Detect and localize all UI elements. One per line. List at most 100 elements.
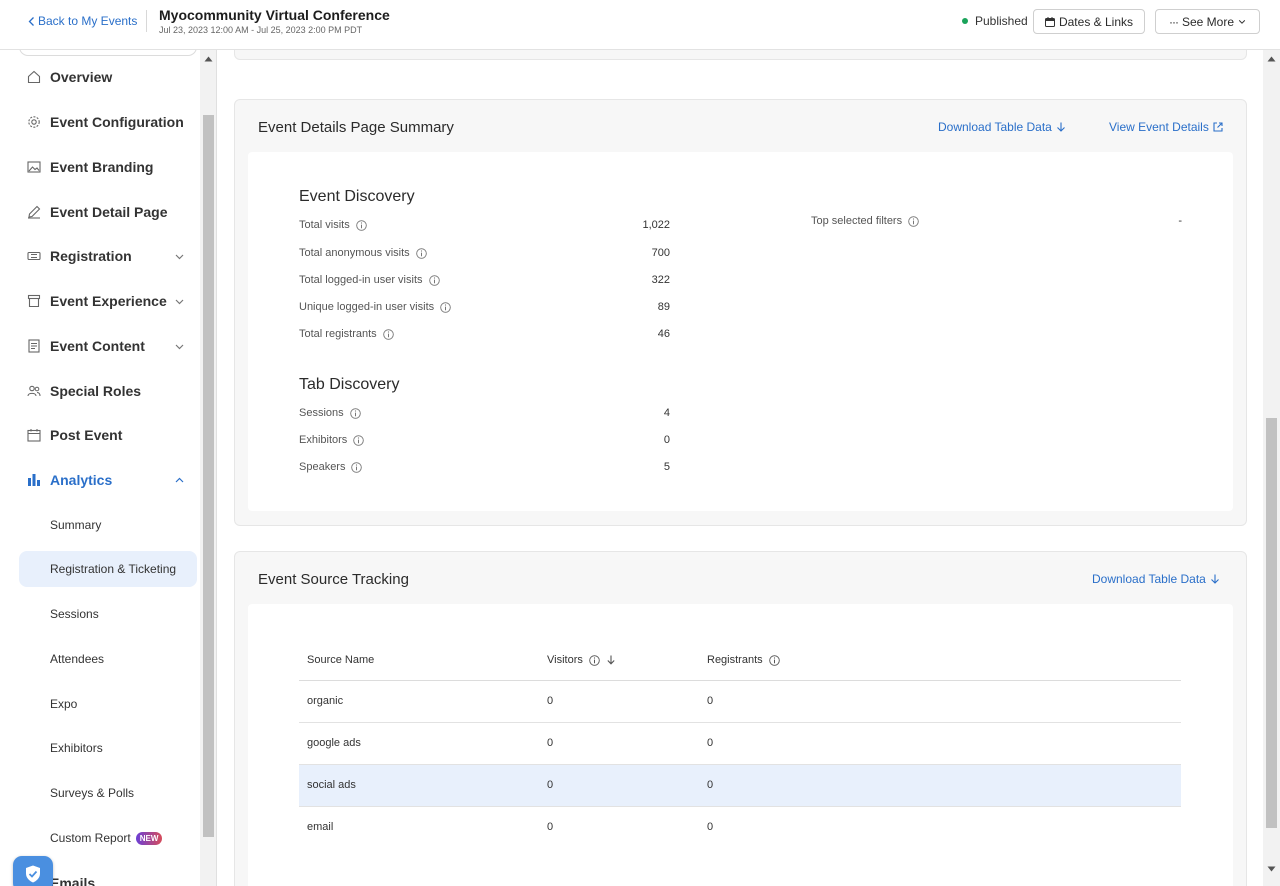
security-shield-button[interactable]	[13, 856, 53, 886]
sidebar-item-event-configuration[interactable]: Event Configuration	[0, 107, 200, 137]
info-icon[interactable]	[351, 461, 363, 473]
metric-row: Total logged-in user visits 322	[299, 274, 670, 290]
cell-registrants: 0	[707, 821, 714, 833]
metric-label: Total registrants	[299, 328, 377, 340]
column-header-registrants[interactable]: Registrants	[707, 654, 780, 666]
table-row[interactable]: google ads 0 0	[299, 723, 1181, 765]
sidebar-subitem-sessions[interactable]: Sessions	[19, 596, 197, 632]
scroll-down-arrow-icon[interactable]	[1267, 866, 1276, 872]
info-icon[interactable]	[428, 274, 440, 286]
metric-value: 0	[663, 434, 670, 446]
sidebar-subitem-exhibitors[interactable]: Exhibitors	[19, 730, 197, 766]
sidebar-item-post-event[interactable]: Post Event	[0, 420, 200, 450]
dates-links-label: Dates & Links	[1058, 14, 1134, 29]
metric-row: Total anonymous visits 700	[299, 247, 670, 263]
tab-discovery-heading: Tab Discovery	[299, 376, 400, 393]
sidebar-subitem-surveys-polls[interactable]: Surveys & Polls	[19, 775, 197, 811]
sidebar-item-special-roles[interactable]: Special Roles	[0, 376, 200, 406]
table-row-highlighted[interactable]: social ads 0 0	[299, 765, 1181, 807]
main-scrollbar[interactable]	[1263, 50, 1280, 886]
metric-row: Sessions 4	[299, 407, 670, 423]
cell-source: google ads	[307, 737, 361, 749]
sidebar-item-event-branding[interactable]: Event Branding	[0, 152, 200, 182]
calendar-icon	[27, 429, 41, 442]
scroll-up-arrow-icon[interactable]	[204, 56, 213, 62]
main-content: Event Details Page Summary Download Tabl…	[218, 50, 1263, 886]
metric-label: Total anonymous visits	[299, 247, 410, 259]
cell-source: social ads	[307, 779, 356, 791]
home-icon	[27, 70, 41, 84]
people-icon	[27, 385, 41, 397]
sidebar-item-label: Post Event	[50, 427, 123, 443]
sidebar-subitem-custom-report[interactable]: Custom Report NEW	[19, 820, 197, 856]
sidebar-item-event-detail-page[interactable]: Event Detail Page	[0, 197, 200, 227]
see-more-button[interactable]: ··· See More	[1155, 9, 1260, 34]
sidebar-scrollbar[interactable]	[200, 50, 217, 886]
dates-links-button[interactable]: Dates & Links	[1033, 9, 1145, 34]
download-table-data-link[interactable]: Download Table Data	[1092, 572, 1220, 586]
sidebar-scrollbar-thumb[interactable]	[203, 115, 214, 837]
info-icon[interactable]	[908, 215, 919, 227]
summary-content-card: Event Discovery Total visits 1,022 Total…	[248, 152, 1233, 511]
sidebar-subitem-registration-ticketing[interactable]: Registration & Ticketing	[19, 551, 197, 587]
panel-title: Event Details Page Summary	[258, 119, 454, 136]
table-row[interactable]: organic 0 0	[299, 681, 1181, 723]
header-divider	[146, 10, 147, 32]
download-arrow-icon	[1056, 122, 1065, 132]
sidebar-item-analytics[interactable]: Analytics	[0, 465, 200, 495]
sidebar-item-overview[interactable]: Overview	[0, 62, 200, 92]
sidebar-item-label: Registration	[50, 248, 132, 264]
event-title: Myocommunity Virtual Conference	[159, 7, 390, 23]
info-icon[interactable]	[349, 407, 361, 419]
download-table-data-link[interactable]: Download Table Data	[938, 120, 1066, 134]
back-to-events-link[interactable]: Back to My Events	[28, 14, 137, 28]
shield-check-icon	[26, 865, 40, 883]
cell-visitors: 0	[547, 779, 554, 791]
view-event-details-link[interactable]: View Event Details	[1109, 120, 1223, 134]
metric-value: -	[1178, 215, 1182, 227]
column-header-label: Source Name	[307, 654, 375, 666]
info-icon[interactable]	[415, 247, 427, 259]
sidebar-item-event-content[interactable]: Event Content	[0, 331, 200, 361]
chevron-down-icon	[1238, 19, 1246, 24]
metric-value: 89	[657, 301, 670, 313]
source-tracking-table: Source Name Visitors Registrants organic…	[299, 639, 1181, 849]
metric-value: 5	[663, 461, 670, 473]
scroll-up-arrow-icon[interactable]	[1267, 56, 1276, 62]
info-icon[interactable]	[355, 219, 367, 231]
panel-title: Event Source Tracking	[258, 571, 409, 588]
info-icon[interactable]	[768, 654, 780, 666]
chevron-down-icon	[175, 344, 184, 349]
main-scrollbar-thumb[interactable]	[1266, 418, 1277, 828]
sidebar-subitem-summary[interactable]: Summary	[19, 507, 197, 543]
view-details-label: View Event Details	[1109, 120, 1209, 134]
sidebar-subitem-expo[interactable]: Expo	[19, 686, 197, 722]
pencil-icon	[28, 205, 41, 219]
metric-value: 46	[657, 328, 670, 340]
info-icon[interactable]	[589, 654, 600, 666]
chevron-left-icon	[28, 16, 34, 26]
sidebar-item-event-experience[interactable]: Event Experience	[0, 286, 200, 316]
sidebar-subitem-label: Surveys & Polls	[50, 786, 135, 800]
sidebar-item-registration[interactable]: Registration	[0, 241, 200, 271]
table-row[interactable]: email 0 0	[299, 807, 1181, 849]
sort-down-arrow-icon[interactable]	[606, 655, 616, 665]
column-header-source-name[interactable]: Source Name	[307, 654, 374, 666]
chevron-down-icon	[175, 299, 184, 304]
sidebar-subitem-label: Summary	[50, 518, 102, 532]
info-icon[interactable]	[353, 434, 365, 446]
event-dates: Jul 23, 2023 12:00 AM - Jul 25, 2023 2:0…	[159, 25, 363, 35]
chevron-down-icon	[175, 254, 184, 259]
info-icon[interactable]	[382, 328, 394, 340]
event-discovery-heading: Event Discovery	[299, 188, 415, 205]
column-header-visitors[interactable]: Visitors	[547, 654, 616, 666]
sidebar-subitem-label: Registration & Ticketing	[50, 562, 177, 576]
see-more-label: See More	[1181, 14, 1235, 29]
sidebar-subitem-label: Expo	[50, 697, 78, 711]
sidebar-subitem-attendees[interactable]: Attendees	[19, 641, 197, 677]
table-header: Source Name Visitors Registrants	[299, 639, 1181, 681]
cell-registrants: 0	[707, 779, 714, 791]
external-link-icon	[1213, 122, 1223, 132]
info-icon[interactable]	[440, 301, 451, 313]
metric-row: Total registrants 46	[299, 328, 670, 344]
